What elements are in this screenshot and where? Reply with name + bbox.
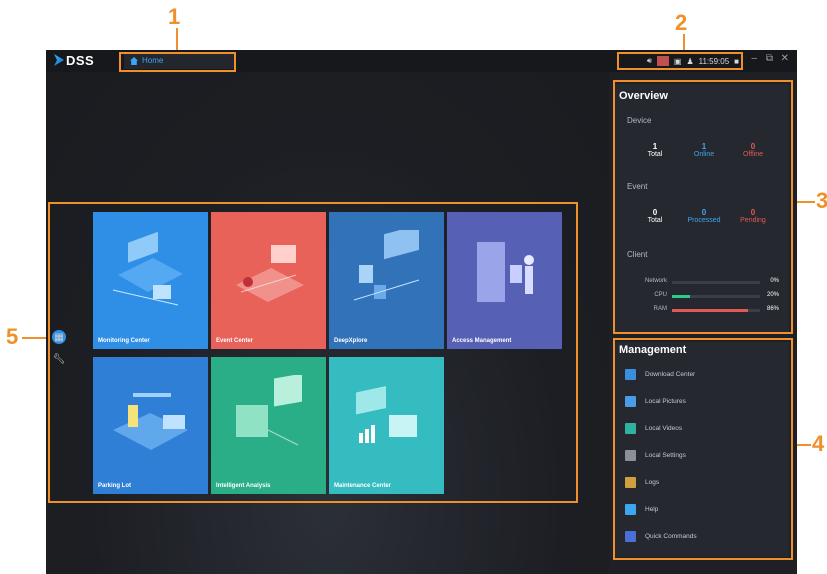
close-button[interactable]: ✕ (781, 53, 789, 64)
minimize-button[interactable]: – (751, 53, 757, 64)
highlight-box-5 (48, 202, 578, 503)
restore-button[interactable]: ⧉ (766, 53, 773, 64)
callout-4: 4 (812, 431, 825, 456)
highlight-box-4 (613, 338, 793, 560)
callout-5: 5 (6, 324, 19, 349)
callout-2: 2 (675, 10, 688, 35)
dss-logo: DSS (54, 53, 94, 68)
highlight-box-2 (617, 52, 743, 70)
callout-1: 1 (168, 4, 181, 29)
highlight-box-1 (119, 52, 236, 72)
highlight-box-3 (613, 80, 793, 334)
callout-1-line (176, 28, 178, 52)
callout-5-line (22, 337, 48, 339)
callout-3: 3 (816, 188, 827, 213)
